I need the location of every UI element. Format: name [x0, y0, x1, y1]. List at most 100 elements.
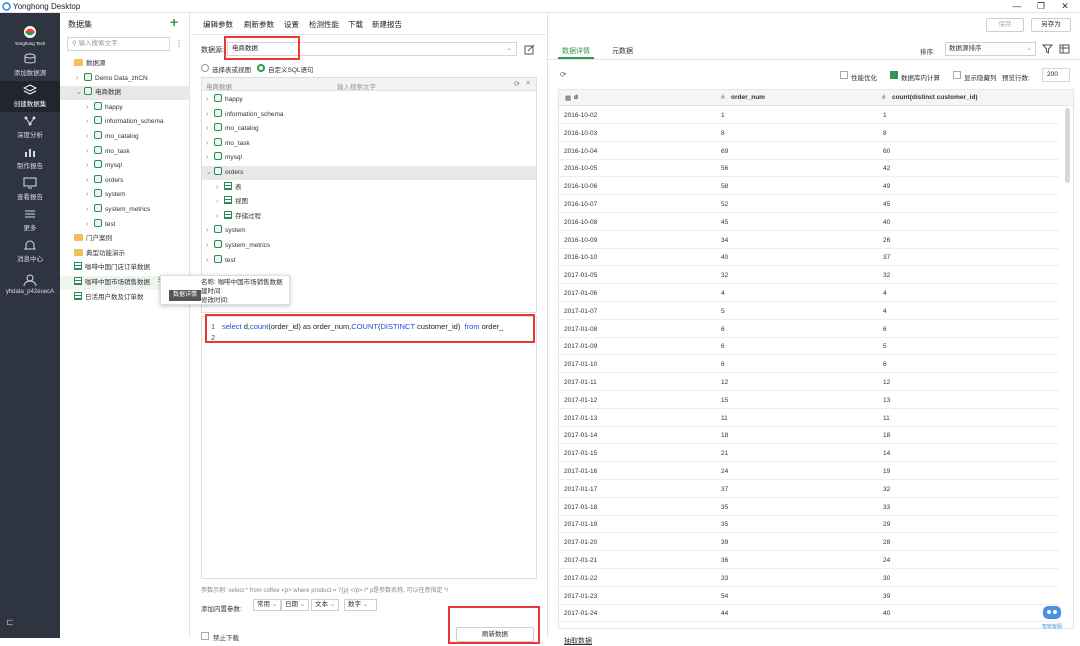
chevron-down-icon[interactable]: ⌄ — [76, 86, 84, 100]
chevron-right-icon[interactable]: › — [86, 174, 94, 188]
table-row[interactable]: 2017-01-10 6 6 — [559, 356, 1059, 374]
table-row[interactable]: 2016-10-08 45 40 — [559, 214, 1059, 231]
table-row[interactable]: 2016-10-09 34 26 — [559, 232, 1059, 249]
schema-tree-item[interactable]: › information_schema — [202, 108, 536, 122]
table-row[interactable]: 2017-01-14 18 18 — [559, 427, 1059, 445]
table-row[interactable]: 2016-10-04 69 60 — [559, 143, 1059, 160]
nav-create-dataset[interactable]: 创建数据集 — [0, 81, 60, 112]
dataset-tree-item[interactable]: 门户案例 — [60, 232, 189, 246]
save-button[interactable]: 保存 — [986, 18, 1024, 32]
add-dataset-button[interactable]: + — [170, 14, 178, 30]
dataset-tree-item[interactable]: › mo_catalog — [60, 130, 189, 144]
dataset-tree-item[interactable]: › mo_task — [60, 145, 189, 159]
toolbar-item[interactable]: 设置 — [284, 19, 299, 30]
column-header-count-distinct[interactable]: count(distinct customer_id) — [892, 94, 978, 101]
chevron-right-icon[interactable]: › — [206, 239, 214, 253]
schema-tree-item[interactable]: ⌄ orders — [202, 166, 536, 180]
schema-tree-item[interactable]: › system_metrics — [202, 239, 536, 253]
table-row[interactable]: 2017-01-25 69 62 — [559, 623, 1059, 628]
chevron-right-icon[interactable]: › — [86, 159, 94, 173]
schema-tree-item[interactable]: › 表 — [202, 181, 536, 195]
sort-select[interactable]: 数据源排序 ⌄ — [945, 42, 1036, 56]
schema-tree-item[interactable]: › system — [202, 224, 536, 238]
table-row[interactable]: 2017-01-23 54 39 — [559, 588, 1059, 605]
sql-editor[interactable]: 12 select d,count(order_id) as order_num… — [201, 316, 537, 579]
chevron-right-icon[interactable]: › — [216, 195, 224, 209]
builtin-param-select[interactable]: 数字 ⌄ — [344, 599, 377, 611]
filter-icon[interactable] — [1042, 44, 1053, 54]
table-row[interactable]: 2016-10-06 58 49 — [559, 178, 1059, 196]
table-row[interactable]: 2016-10-07 52 45 — [559, 196, 1059, 213]
reload-icon[interactable]: ⟳ — [560, 70, 567, 79]
minimize-button[interactable]: — — [1010, 1, 1024, 11]
table-row[interactable]: 2016-10-05 56 42 — [559, 160, 1059, 178]
nav-view-report[interactable]: 查看报告 — [0, 174, 60, 205]
save-as-button[interactable]: 另存为 — [1031, 18, 1071, 32]
table-row[interactable]: 2017-01-08 6 6 — [559, 321, 1059, 338]
table-row[interactable]: 2017-01-17 37 32 — [559, 481, 1059, 498]
tab-metadata[interactable]: 元数据 — [612, 46, 633, 56]
chevron-right-icon[interactable]: › — [86, 101, 94, 115]
table-row[interactable]: 2017-01-24 44 40 — [559, 605, 1059, 623]
nav-deep-analysis[interactable]: 深度分析 — [0, 112, 60, 143]
chevron-right-icon[interactable]: › — [216, 181, 224, 195]
nav-user[interactable]: yhdata_p42euecA — [0, 271, 60, 302]
column-header-d[interactable]: d — [574, 94, 578, 101]
table-row[interactable]: 2017-01-16 24 19 — [559, 463, 1059, 480]
radio-sql[interactable] — [257, 64, 265, 72]
column-header-order-num[interactable]: order_num — [731, 94, 765, 101]
nav-more[interactable]: 更多 — [0, 205, 60, 236]
preview-rows-input[interactable]: 200 — [1042, 68, 1070, 82]
table-row[interactable]: 2017-01-05 32 32 — [559, 267, 1059, 285]
table-row[interactable]: 2016-10-10 40 37 — [559, 249, 1059, 267]
option-checkbox[interactable] — [890, 71, 898, 79]
chevron-right-icon[interactable]: › — [86, 218, 94, 232]
table-settings-icon[interactable] — [1059, 44, 1070, 54]
chevron-right-icon[interactable]: › — [86, 145, 94, 159]
close-button[interactable]: ✕ — [1058, 1, 1072, 12]
dataset-tree-item[interactable]: › happy — [60, 101, 189, 115]
grid-scrollbar[interactable] — [1065, 108, 1070, 183]
dataset-tree-item[interactable]: 典型功能演示 — [60, 247, 189, 261]
schema-tree-item[interactable]: › 视图 — [202, 195, 536, 209]
table-row[interactable]: 2017-01-15 21 14 — [559, 445, 1059, 463]
builtin-param-select[interactable]: 常用 ⌄ — [253, 599, 281, 611]
builtin-param-select[interactable]: 日期 ⌄ — [281, 599, 309, 611]
chevron-right-icon[interactable]: › — [86, 115, 94, 129]
nav-make-report[interactable]: 制作报告 — [0, 143, 60, 174]
chevron-right-icon[interactable]: › — [206, 254, 214, 268]
table-row[interactable]: 2017-01-11 12 12 — [559, 374, 1059, 391]
dataset-tree-item[interactable]: › mysql — [60, 159, 189, 173]
schema-filter-input[interactable]: 输入搜索文字 — [337, 81, 376, 91]
chevron-right-icon[interactable]: › — [206, 122, 214, 136]
edit-icon[interactable] — [524, 44, 535, 55]
radio-table[interactable] — [201, 64, 209, 72]
chevron-right-icon[interactable]: › — [76, 72, 84, 86]
nav-add-datasource[interactable]: 添加数据源 — [0, 50, 60, 81]
maximize-button[interactable]: ❐ — [1034, 1, 1048, 12]
toolbar-item[interactable]: 检测性能 — [309, 19, 339, 30]
chevron-right-icon[interactable]: › — [206, 151, 214, 165]
toolbar-item[interactable]: 刷新参数 — [244, 19, 274, 30]
table-row[interactable]: 2017-01-21 36 24 — [559, 552, 1059, 569]
chevron-right-icon[interactable]: › — [86, 130, 94, 144]
nav-messages[interactable]: 消息中心 — [0, 236, 60, 267]
chevron-right-icon[interactable]: › — [86, 188, 94, 202]
chevron-right-icon[interactable]: › — [206, 108, 214, 122]
table-row[interactable]: 2016-10-03 8 8 — [559, 125, 1059, 142]
dataset-tree-item[interactable]: 数据源 — [60, 57, 189, 71]
dataset-tree-item[interactable]: ⌄ 电商数据 — [60, 86, 189, 101]
dataset-more-icon[interactable]: ⋮ — [175, 39, 183, 48]
close-icon[interactable]: × — [526, 80, 530, 87]
option-checkbox[interactable] — [840, 71, 848, 79]
no-download-checkbox[interactable] — [201, 632, 209, 640]
dataset-tree-item[interactable]: › test — [60, 218, 189, 232]
schema-tree-item[interactable]: › mysql — [202, 151, 536, 165]
dataset-tree-item[interactable]: › information_schema — [60, 115, 189, 129]
support-bot[interactable]: 智能客服 — [1038, 603, 1066, 630]
dataset-tree-item[interactable]: › orders — [60, 174, 189, 188]
collapse-nav-icon[interactable]: ⊏ — [6, 617, 14, 628]
table-row[interactable]: 2017-01-09 6 5 — [559, 338, 1059, 356]
chevron-right-icon[interactable]: › — [216, 210, 224, 224]
chevron-right-icon[interactable]: › — [206, 224, 214, 238]
